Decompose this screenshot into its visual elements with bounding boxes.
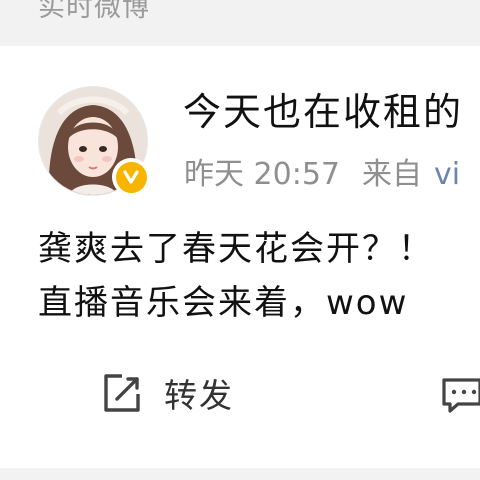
avatar-container[interactable] (38, 86, 150, 196)
section-title: 实时微博 (38, 0, 150, 23)
verified-check-icon (115, 161, 147, 193)
feed-divider (0, 468, 480, 480)
section-header: 实时微博 (0, 0, 480, 46)
post-username[interactable]: 今天也在收租的 (183, 88, 463, 136)
repost-button[interactable]: 转发 (100, 368, 234, 424)
post-content[interactable]: 龚爽去了春天花会开？！ 直播音乐会来着，wow (38, 222, 480, 330)
post-source-label: 来自 (362, 157, 422, 192)
post-time: 昨天 20:57 (184, 157, 340, 192)
repost-icon (100, 372, 144, 420)
post-content-line: 龚爽去了春天花会开？！ (38, 229, 434, 269)
post-source-link[interactable]: vi (434, 157, 460, 192)
weibo-feed-page: 实时微博 今天也在收租的 昨天 20:57 来自 vi 龚爽去了春天花会开？！ … (0, 0, 480, 480)
comment-button[interactable] (440, 368, 480, 424)
weibo-post-card[interactable]: 今天也在收租的 昨天 20:57 来自 vi 龚爽去了春天花会开？！ 直播音乐会来着… (0, 46, 480, 480)
post-content-line: 直播音乐会来着，wow (38, 283, 409, 323)
post-action-bar: 转发 (0, 368, 480, 480)
post-meta: 昨天 20:57 来自 vi (184, 156, 460, 194)
repost-label: 转发 (164, 376, 234, 415)
comment-icon (440, 374, 480, 418)
verified-badge (112, 158, 150, 196)
